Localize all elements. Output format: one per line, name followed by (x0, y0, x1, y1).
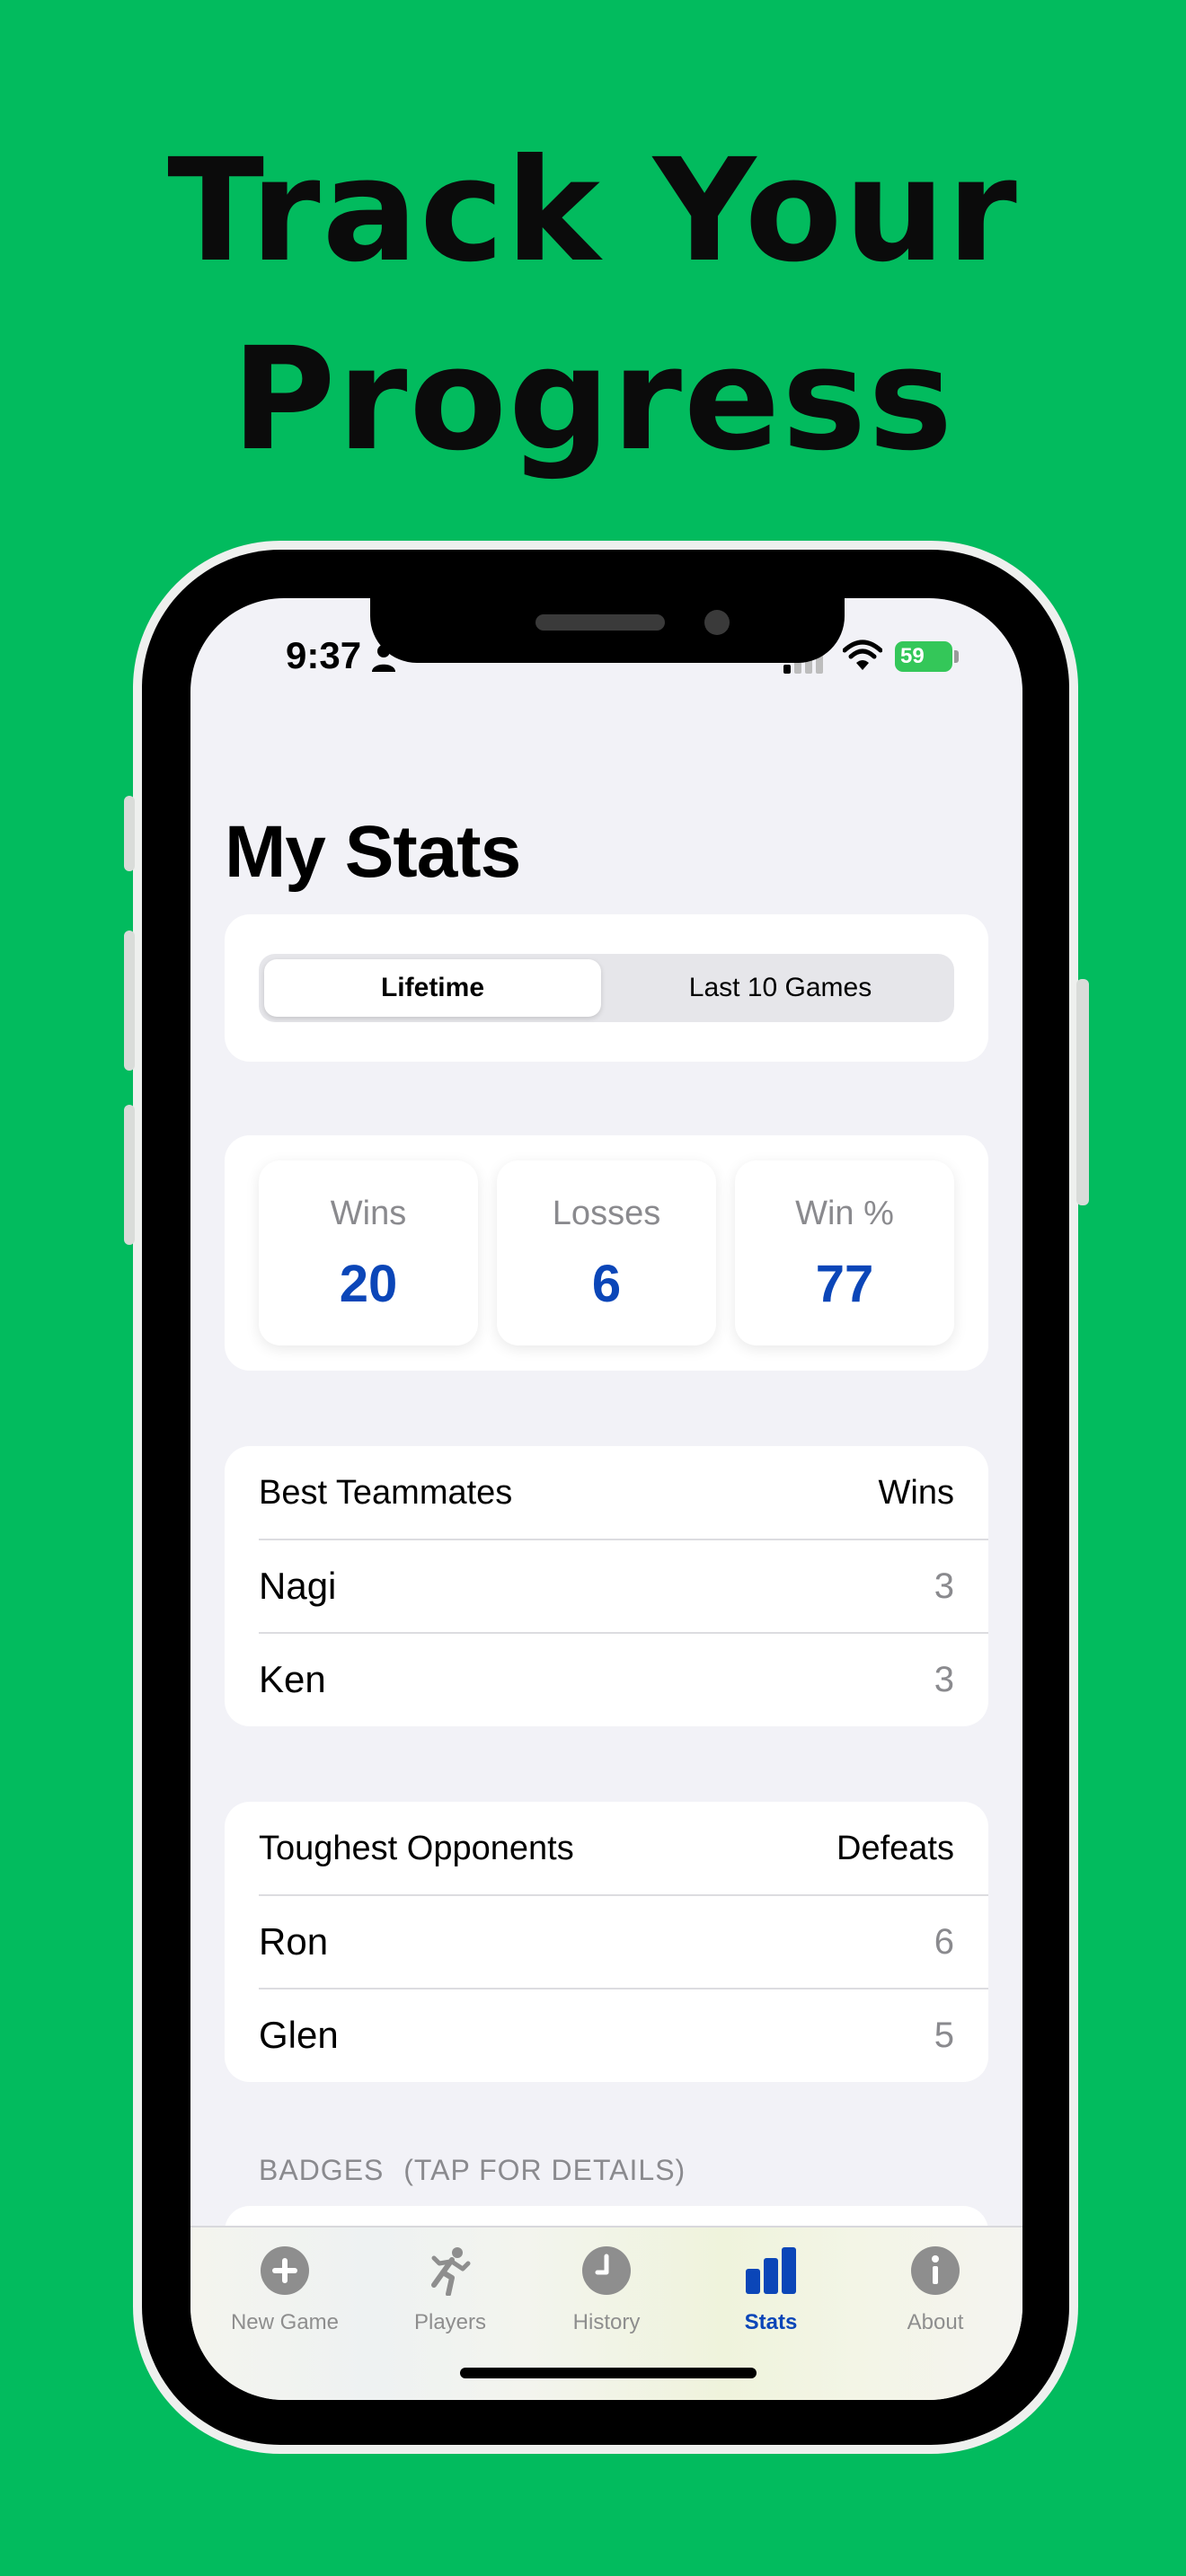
tab-label: About (907, 2310, 964, 2334)
win-percent-value: 77 (815, 1255, 874, 1313)
opponent-row[interactable]: Ron 6 (259, 1895, 954, 1989)
speaker (535, 614, 665, 631)
side-button-volume-up (124, 931, 135, 1071)
opponent-name: Glen (259, 2014, 339, 2056)
opponent-defeats: 6 (934, 1922, 954, 1962)
tab-history[interactable]: History (539, 2240, 674, 2348)
tab-label: Players (413, 2310, 487, 2334)
tab-new-game[interactable]: New Game (217, 2240, 352, 2348)
side-button-power (1076, 979, 1089, 1205)
badges-caption: BADGES (259, 2154, 385, 2186)
promo-headline-line2: Progress (231, 317, 955, 482)
segment-lifetime[interactable]: Lifetime (264, 959, 601, 1017)
front-camera (704, 610, 730, 635)
teammate-name: Nagi (259, 1565, 337, 1607)
tab-label: New Game (230, 2310, 340, 2334)
clock-icon (582, 2246, 631, 2295)
promo-headline-line1: Track Your (167, 128, 1019, 294)
opponents-header: Toughest Opponents (259, 1830, 574, 1867)
bar-chart-icon (746, 2247, 796, 2294)
promo-headline: Track Your Progress (0, 117, 1186, 494)
wifi-icon (843, 640, 882, 670)
teammate-name: Ken (259, 1658, 326, 1700)
teammates-header: Best Teammates (259, 1474, 513, 1512)
status-time: 9:37 (286, 634, 362, 676)
tab-players[interactable]: Players (383, 2240, 518, 2348)
opponents-header-row: Toughest Opponents Defeats (259, 1802, 954, 1895)
battery-level: 59 (900, 644, 925, 668)
losses-tile: Losses 6 (497, 1160, 716, 1345)
toughest-opponents-card: Toughest Opponents Defeats Ron 6 Glen 5 (225, 1802, 988, 2082)
summary-card: Wins 20 Losses 6 Win % 77 (225, 1135, 988, 1371)
tab-about[interactable]: About (868, 2240, 1003, 2348)
tab-label: Stats (744, 2310, 798, 2334)
wins-label: Wins (330, 1195, 407, 1232)
period-segmented-control: Lifetime Last 10 Games (259, 954, 954, 1022)
wins-value: 20 (339, 1255, 398, 1313)
battery-icon: 59 (895, 641, 952, 672)
teammate-row[interactable]: Ken 3 (259, 1633, 954, 1726)
win-percent-label: Win % (795, 1195, 894, 1232)
teammates-header-row: Best Teammates Wins (259, 1446, 954, 1539)
app-screen: 9:37 59 My Stats Lifetime Last 10 Games … (190, 598, 1022, 2400)
teammates-column-header: Wins (878, 1474, 954, 1512)
info-icon (911, 2246, 960, 2295)
tab-stats[interactable]: Stats (704, 2240, 838, 2348)
side-button-volume-down (124, 1105, 135, 1245)
losses-label: Losses (552, 1195, 661, 1232)
teammate-row[interactable]: Nagi 3 (259, 1539, 954, 1633)
losses-value: 6 (591, 1255, 622, 1313)
page-title: My Stats (225, 811, 521, 893)
battery-cap (954, 650, 959, 663)
plus-circle-icon (261, 2246, 309, 2295)
win-percent-tile: Win % 77 (735, 1160, 954, 1345)
notch (370, 550, 845, 663)
tab-label: History (572, 2310, 641, 2334)
opponents-column-header: Defeats (836, 1830, 954, 1867)
opponent-defeats: 5 (934, 2016, 954, 2055)
running-person-icon (431, 2247, 471, 2296)
segment-last-10-games[interactable]: Last 10 Games (612, 959, 949, 1017)
opponent-row[interactable]: Glen 5 (259, 1989, 954, 2082)
teammate-wins: 3 (934, 1660, 954, 1699)
badges-hint: (TAP FOR DETAILS) (403, 2154, 686, 2186)
teammate-wins: 3 (934, 1566, 954, 1606)
home-indicator[interactable] (460, 2368, 757, 2378)
wins-tile: Wins 20 (259, 1160, 478, 1345)
badges-section-caption: BADGES (TAP FOR DETAILS) (259, 2154, 686, 2187)
period-card: Lifetime Last 10 Games (225, 914, 988, 1062)
side-button-mute (124, 796, 135, 871)
opponent-name: Ron (259, 1920, 329, 1963)
best-teammates-card: Best Teammates Wins Nagi 3 Ken 3 (225, 1446, 988, 1726)
